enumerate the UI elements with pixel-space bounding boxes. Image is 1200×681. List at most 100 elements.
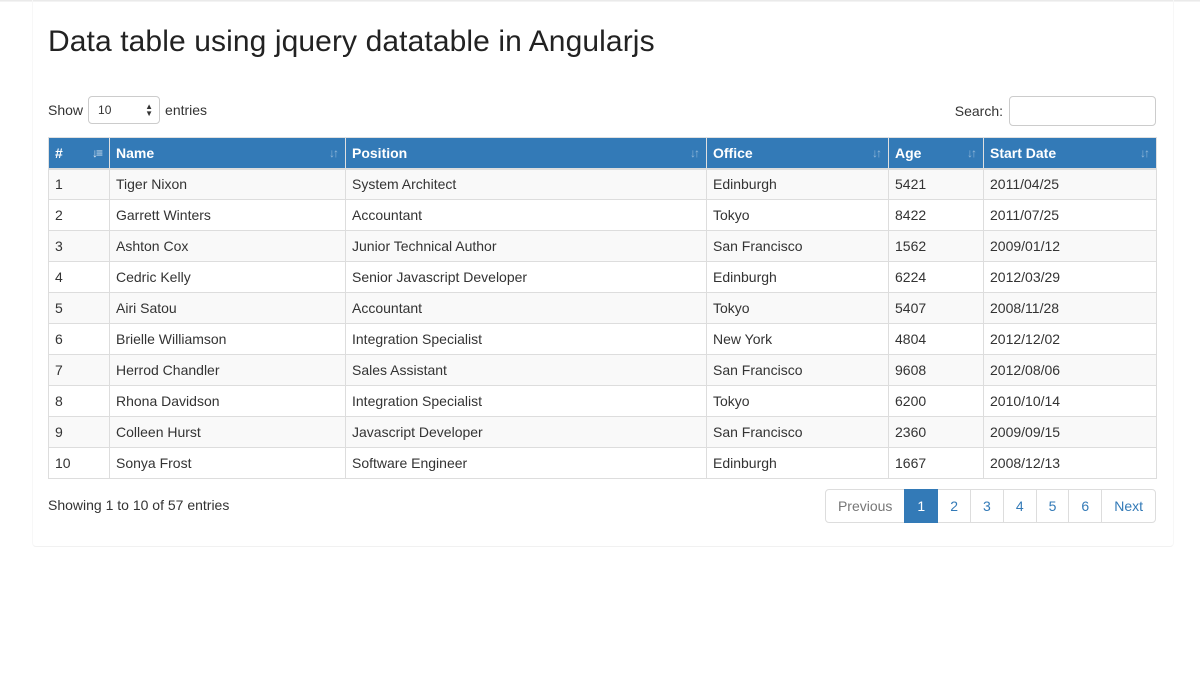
table-row: 10 Sonya Frost Software Engineer Edinburgh 1… <box>48 447 1157 479</box>
search-input[interactable] <box>1009 96 1156 126</box>
table-cell: 10 <box>48 447 110 479</box>
next-page-button[interactable]: Next <box>1101 489 1156 523</box>
table-cell: Tokyo <box>706 385 889 417</box>
entries-label: entries <box>165 102 208 118</box>
search-control: Search: <box>955 96 1156 126</box>
page-button-2[interactable]: 2 <box>937 489 972 523</box>
table-cell: Accountant <box>345 292 707 324</box>
column-header-label: Start Date <box>990 144 1057 161</box>
table-cell: Javascript Developer <box>345 416 707 448</box>
previous-page-button[interactable]: Previous <box>824 489 906 523</box>
table-cell: Senior Javascript Developer <box>345 261 707 293</box>
pagination: Previous 1 2 3 4 5 6 Next <box>824 489 1156 523</box>
table-cell: 2011/04/25 <box>983 168 1157 200</box>
table-cell: 4804 <box>888 323 984 355</box>
table-cell: 9 <box>48 416 110 448</box>
table-cell: 7 <box>48 354 110 386</box>
table-cell: Airi Satou <box>109 292 346 324</box>
table-row: 9 Colleen Hurst Javascript Developer San Fr… <box>48 416 1157 448</box>
search-label: Search: <box>954 103 1003 119</box>
sort-ascending-icon: ↓≡ <box>91 146 103 160</box>
entries-length-control: Show 10 ▲ ▼ entries <box>48 96 207 124</box>
table-row: 4 Cedric Kelly Senior Javascript Developer… <box>48 261 1157 293</box>
column-header-start-date[interactable]: Start Date ↓↑ <box>983 137 1157 170</box>
table-cell: New York <box>706 323 889 355</box>
table-cell: 2360 <box>888 416 984 448</box>
table-cell: 8 <box>48 385 110 417</box>
table-cell: San Francisco <box>706 416 889 448</box>
table-row: 5 Airi Satou Accountant Tokyo 5407 2008/11/28 <box>48 292 1157 324</box>
table-cell: Integration Specialist <box>345 385 707 417</box>
table-cell: 2012/08/06 <box>983 354 1157 386</box>
table-cell: San Francisco <box>706 354 889 386</box>
table-cell: 5407 <box>888 292 984 324</box>
table-cell: Sonya Frost <box>109 447 346 479</box>
table-cell: System Architect <box>345 168 707 200</box>
page-button-6[interactable]: 6 <box>1068 489 1103 523</box>
sort-both-icon: ↓↑ <box>329 146 339 160</box>
table-cell: 1667 <box>888 447 984 479</box>
table-cell: Brielle Williamson <box>109 323 346 355</box>
table-cell: Cedric Kelly <box>109 261 346 293</box>
page-title: Data table using jquery datatable in Ang… <box>48 25 655 58</box>
table-cell: 1562 <box>888 230 984 262</box>
table-info: Showing 1 to 10 of 57 entries <box>48 497 230 513</box>
column-header-position[interactable]: Position ↓↑ <box>345 137 707 170</box>
sort-both-icon: ↓↑ <box>1140 146 1150 160</box>
table-cell: Edinburgh <box>706 447 889 479</box>
table-cell: 2012/03/29 <box>983 261 1157 293</box>
table-row: 8 Rhona Davidson Integration Specialist Tok… <box>48 385 1157 417</box>
select-updown-icon: ▲ ▼ <box>145 102 154 118</box>
entries-per-page-select[interactable]: 10 ▲ ▼ <box>88 96 161 124</box>
column-header-office[interactable]: Office ↓↑ <box>706 137 889 170</box>
table-row: 6 Brielle Williamson Integration Specialis… <box>48 323 1157 355</box>
table-cell: Ashton Cox <box>109 230 346 262</box>
table-cell: 2009/09/15 <box>983 416 1157 448</box>
table-cell: Software Engineer <box>345 447 707 479</box>
table-cell: Sales Assistant <box>345 354 707 386</box>
table-cell: 4 <box>48 261 110 293</box>
page-button-1[interactable]: 1 <box>904 489 939 523</box>
table-row: 3 Ashton Cox Junior Technical Author San Fr… <box>48 230 1157 262</box>
show-label: Show <box>48 102 84 118</box>
table-cell: Rhona Davidson <box>109 385 346 417</box>
entries-per-page-value: 10 <box>98 103 112 117</box>
table-row: 1 Tiger Nixon System Architect Edinburgh 542… <box>48 168 1157 200</box>
column-header-label: Position <box>352 144 408 161</box>
table-cell: 6224 <box>888 261 984 293</box>
column-header-index[interactable]: # ↓≡ <box>48 137 110 170</box>
table-cell: 5 <box>48 292 110 324</box>
table-cell: 6200 <box>888 385 984 417</box>
table-cell: Integration Specialist <box>345 323 707 355</box>
column-header-name[interactable]: Name ↓↑ <box>109 137 346 170</box>
table-cell: 3 <box>48 230 110 262</box>
table-row: 2 Garrett Winters Accountant Tokyo 8422 2011/… <box>48 199 1157 231</box>
column-header-label: Office <box>713 144 753 161</box>
column-header-age[interactable]: Age ↓↑ <box>888 137 984 170</box>
page-button-5[interactable]: 5 <box>1035 489 1070 523</box>
table-cell: Accountant <box>345 199 707 231</box>
column-header-label: Age <box>895 144 922 161</box>
page-button-3[interactable]: 3 <box>970 489 1004 523</box>
table-cell: 2008/11/28 <box>983 292 1157 324</box>
table-cell: 2011/07/25 <box>983 199 1157 231</box>
table-header-row: # ↓≡ Name ↓↑ Position ↓↑ Office ↓↑ Age ↓↑ Start Da… <box>48 137 1157 170</box>
table-cell: 2008/12/13 <box>983 447 1157 479</box>
table-cell: 2009/01/12 <box>983 230 1157 262</box>
table-cell: Tokyo <box>706 292 889 324</box>
table-cell: 1 <box>48 168 110 200</box>
table-cell: Edinburgh <box>706 168 889 200</box>
table-cell: Colleen Hurst <box>109 416 346 448</box>
table-cell: Tokyo <box>706 199 889 231</box>
page-button-4[interactable]: 4 <box>1002 489 1037 523</box>
column-header-label: Name <box>116 144 155 161</box>
table-cell: Garrett Winters <box>109 199 346 231</box>
table-cell: Edinburgh <box>706 261 889 293</box>
table-cell: 2 <box>48 199 110 231</box>
sort-both-icon: ↓↑ <box>967 146 977 160</box>
table-cell: Junior Technical Author <box>345 230 707 262</box>
table-cell: San Francisco <box>706 230 889 262</box>
sort-both-icon: ↓↑ <box>690 146 700 160</box>
table-cell: 5421 <box>888 168 984 200</box>
table-cell: Tiger Nixon <box>109 168 346 200</box>
